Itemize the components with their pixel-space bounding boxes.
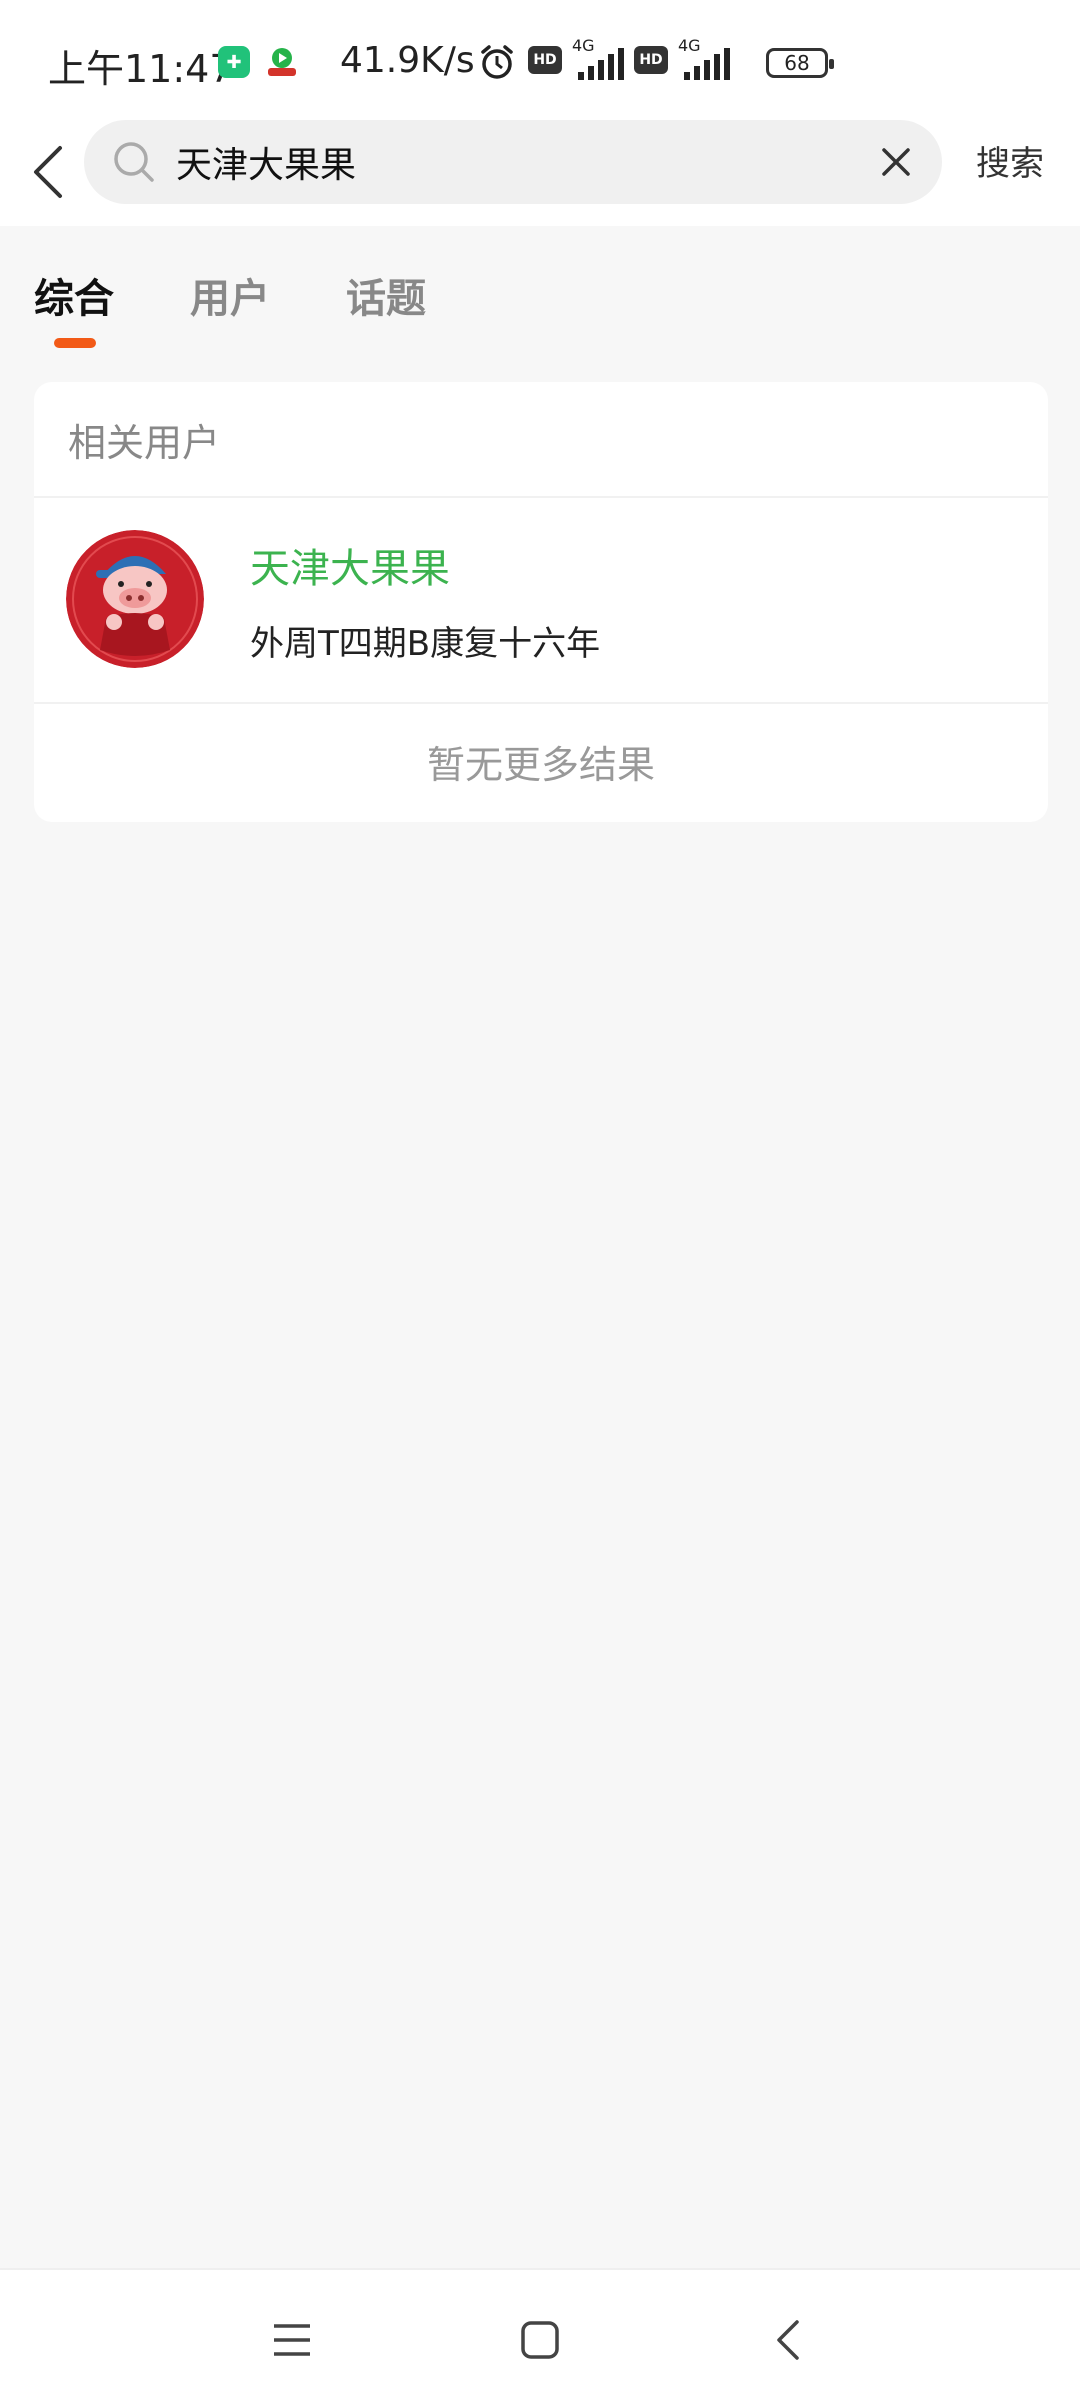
chevron-left-icon xyxy=(34,146,62,198)
menu-icon xyxy=(274,2324,310,2356)
recent-apps-button[interactable] xyxy=(264,2312,320,2368)
back-button[interactable] xyxy=(18,130,78,214)
back-icon xyxy=(777,2320,799,2360)
avatar[interactable] xyxy=(66,530,204,668)
tab-topics[interactable]: 话题 xyxy=(346,266,426,324)
status-bar: 上午11:47 ✚ 41.9K/s HD 4G HD 4G 68 xyxy=(0,0,1080,118)
signal-icon: 4G xyxy=(572,36,624,80)
home-button[interactable] xyxy=(512,2312,568,2368)
network-speed: 41.9K/s xyxy=(340,40,475,81)
battery-indicator: 68 xyxy=(766,48,834,78)
user-result-row[interactable]: 天津大果果 外周T四期B康复十六年 xyxy=(34,498,1048,702)
status-time: 上午11:47 xyxy=(48,47,234,91)
signal-icon-2: 4G xyxy=(678,36,730,80)
search-icon xyxy=(112,140,156,188)
related-users-card: 相关用户 天津大果果 外周T四期B康复十六年 暂无更多结果 xyxy=(34,382,1048,822)
shield-app-icon: ✚ xyxy=(218,46,250,78)
system-back-button[interactable] xyxy=(760,2312,816,2368)
search-submit-button[interactable]: 搜索 xyxy=(976,136,1044,185)
section-title: 相关用户 xyxy=(68,421,221,465)
search-header: 搜索 xyxy=(0,118,1080,226)
clear-button[interactable] xyxy=(872,138,920,186)
hd-badge: HD xyxy=(528,46,562,74)
close-icon xyxy=(882,148,910,176)
tab-comprehensive[interactable]: 综合 xyxy=(34,266,114,324)
system-nav-bar xyxy=(0,2268,1080,2402)
user-name[interactable]: 天津大果果 xyxy=(250,536,450,594)
result-tabs: 综合 用户 话题 xyxy=(0,226,1080,356)
search-box[interactable] xyxy=(84,120,942,204)
video-app-icon xyxy=(264,44,300,80)
user-description: 外周T四期B康复十六年 xyxy=(250,624,601,664)
hd-badge-2: HD xyxy=(634,46,668,74)
home-icon xyxy=(521,2321,559,2359)
alarm-icon xyxy=(477,42,517,86)
network-indicators: HD 4G HD 4G xyxy=(528,36,730,84)
no-more-results: 暂无更多结果 xyxy=(426,743,655,787)
divider-2 xyxy=(34,702,1048,704)
tab-users[interactable]: 用户 xyxy=(190,266,270,324)
active-tab-indicator xyxy=(54,338,96,348)
search-input[interactable] xyxy=(176,132,836,192)
